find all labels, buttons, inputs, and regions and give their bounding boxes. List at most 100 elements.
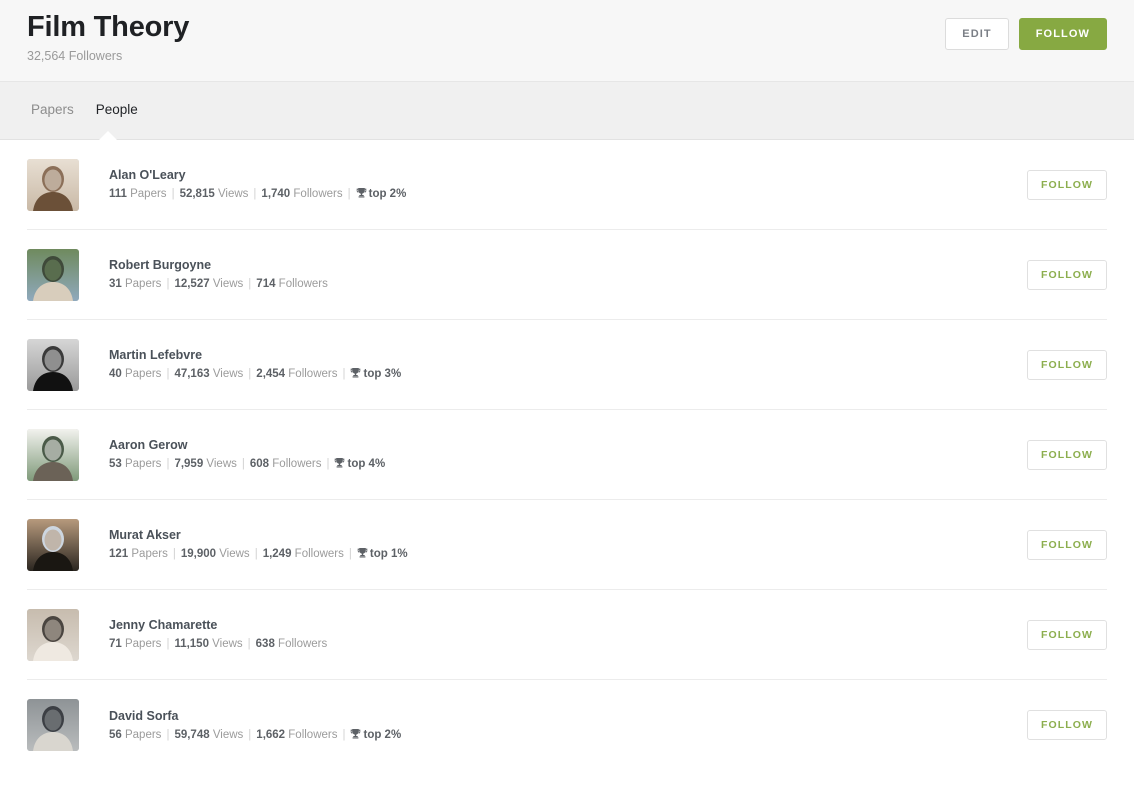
trophy-icon bbox=[350, 367, 361, 378]
person-row[interactable]: David Sorfa 56 Papers|59,748 Views|1,662 … bbox=[27, 680, 1107, 770]
person-stats: 53 Papers|7,959 Views|608 Followers|top … bbox=[109, 457, 1027, 472]
follow-person-button[interactable]: FOLLOW bbox=[1027, 710, 1107, 740]
avatar[interactable] bbox=[27, 249, 79, 301]
top-percent-badge: top 4% bbox=[347, 458, 385, 470]
person-stats: 71 Papers|11,150 Views|638 Followers bbox=[109, 637, 1027, 652]
stat-separator: | bbox=[161, 368, 174, 380]
views-count: 7,959 bbox=[174, 458, 203, 470]
person-info: Alan O'Leary 111 Papers|52,815 Views|1,74… bbox=[79, 167, 1027, 202]
person-info: Aaron Gerow 53 Papers|7,959 Views|608 Fol… bbox=[79, 437, 1027, 472]
trophy-icon bbox=[334, 457, 345, 468]
followers-count: 638 bbox=[256, 638, 275, 650]
avatar[interactable] bbox=[27, 699, 79, 751]
person-info: David Sorfa 56 Papers|59,748 Views|1,662 … bbox=[79, 708, 1027, 743]
avatar[interactable] bbox=[27, 429, 79, 481]
stat-separator: | bbox=[243, 729, 256, 741]
person-stats: 40 Papers|47,163 Views|2,454 Followers|t… bbox=[109, 367, 1027, 382]
header-actions: EDIT FOLLOW bbox=[945, 18, 1107, 50]
person-row[interactable]: Aaron Gerow 53 Papers|7,959 Views|608 Fol… bbox=[27, 410, 1107, 500]
avatar[interactable] bbox=[27, 339, 79, 391]
stat-separator: | bbox=[248, 188, 261, 200]
person-name[interactable]: David Sorfa bbox=[109, 708, 1027, 724]
person-stats: 31 Papers|12,527 Views|714 Followers bbox=[109, 277, 1027, 292]
stat-separator: | bbox=[161, 729, 174, 741]
top-percent-badge: top 3% bbox=[363, 368, 401, 380]
person-row[interactable]: Martin Lefebvre 40 Papers|47,163 Views|2,… bbox=[27, 320, 1107, 410]
follow-person-button[interactable]: FOLLOW bbox=[1027, 350, 1107, 380]
followers-count: 1,662 bbox=[256, 729, 285, 741]
active-tab-pointer-icon bbox=[99, 131, 117, 140]
person-row[interactable]: Murat Akser 121 Papers|19,900 Views|1,249… bbox=[27, 500, 1107, 590]
top-percent-badge: top 2% bbox=[369, 188, 407, 200]
stat-separator: | bbox=[168, 548, 181, 560]
follow-topic-button[interactable]: FOLLOW bbox=[1019, 18, 1107, 50]
person-name[interactable]: Murat Akser bbox=[109, 527, 1027, 543]
person-info: Robert Burgoyne 31 Papers|12,527 Views|71… bbox=[79, 257, 1027, 292]
stat-separator: | bbox=[243, 638, 256, 650]
stat-separator: | bbox=[167, 188, 180, 200]
papers-count: 121 bbox=[109, 548, 128, 560]
followers-count: 2,454 bbox=[256, 368, 285, 380]
stat-separator: | bbox=[243, 368, 256, 380]
people-list: Alan O'Leary 111 Papers|52,815 Views|1,74… bbox=[0, 140, 1134, 770]
papers-count: 111 bbox=[109, 188, 127, 200]
person-name[interactable]: Aaron Gerow bbox=[109, 437, 1027, 453]
views-count: 47,163 bbox=[174, 368, 209, 380]
tab-list: Papers People bbox=[27, 82, 1107, 139]
views-count: 12,527 bbox=[174, 278, 209, 290]
stat-separator: | bbox=[237, 458, 250, 470]
follow-person-button[interactable]: FOLLOW bbox=[1027, 170, 1107, 200]
stat-separator: | bbox=[343, 188, 356, 200]
person-row[interactable]: Alan O'Leary 111 Papers|52,815 Views|1,74… bbox=[27, 140, 1107, 230]
person-name[interactable]: Alan O'Leary bbox=[109, 167, 1027, 183]
papers-count: 31 bbox=[109, 278, 122, 290]
followers-count: 608 bbox=[250, 458, 269, 470]
views-count: 59,748 bbox=[174, 729, 209, 741]
stat-separator: | bbox=[321, 458, 334, 470]
papers-count: 56 bbox=[109, 729, 122, 741]
follow-person-button[interactable]: FOLLOW bbox=[1027, 620, 1107, 650]
followers-count: 1,740 bbox=[261, 188, 290, 200]
followers-count: 1,249 bbox=[263, 548, 292, 560]
papers-count: 40 bbox=[109, 368, 122, 380]
person-row[interactable]: Jenny Chamarette 71 Papers|11,150 Views|6… bbox=[27, 590, 1107, 680]
stat-separator: | bbox=[161, 278, 174, 290]
views-count: 52,815 bbox=[180, 188, 215, 200]
person-stats: 111 Papers|52,815 Views|1,740 Followers|… bbox=[109, 187, 1027, 202]
trophy-icon bbox=[350, 728, 361, 739]
avatar[interactable] bbox=[27, 609, 79, 661]
follow-person-button[interactable]: FOLLOW bbox=[1027, 440, 1107, 470]
person-row[interactable]: Robert Burgoyne 31 Papers|12,527 Views|71… bbox=[27, 230, 1107, 320]
avatar[interactable] bbox=[27, 159, 79, 211]
views-count: 19,900 bbox=[181, 548, 216, 560]
trophy-icon bbox=[356, 187, 367, 198]
tab-bar: Papers People bbox=[0, 82, 1134, 140]
page-header: Film Theory 32,564 Followers EDIT FOLLOW bbox=[0, 0, 1134, 82]
stat-separator: | bbox=[344, 548, 357, 560]
tab-papers[interactable]: Papers bbox=[31, 101, 74, 121]
person-info: Murat Akser 121 Papers|19,900 Views|1,249… bbox=[79, 527, 1027, 562]
tab-people[interactable]: People bbox=[96, 101, 138, 121]
stat-separator: | bbox=[337, 729, 350, 741]
stat-separator: | bbox=[337, 368, 350, 380]
views-count: 11,150 bbox=[174, 638, 209, 650]
person-stats: 56 Papers|59,748 Views|1,662 Followers|t… bbox=[109, 728, 1027, 743]
avatar[interactable] bbox=[27, 519, 79, 571]
edit-button[interactable]: EDIT bbox=[945, 18, 1008, 50]
person-info: Martin Lefebvre 40 Papers|47,163 Views|2,… bbox=[79, 347, 1027, 382]
person-name[interactable]: Robert Burgoyne bbox=[109, 257, 1027, 273]
person-name[interactable]: Martin Lefebvre bbox=[109, 347, 1027, 363]
stat-separator: | bbox=[161, 458, 174, 470]
stat-separator: | bbox=[161, 638, 174, 650]
person-name[interactable]: Jenny Chamarette bbox=[109, 617, 1027, 633]
follow-person-button[interactable]: FOLLOW bbox=[1027, 530, 1107, 560]
trophy-icon bbox=[357, 547, 368, 558]
top-percent-badge: top 2% bbox=[363, 729, 401, 741]
top-percent-badge: top 1% bbox=[370, 548, 408, 560]
person-info: Jenny Chamarette 71 Papers|11,150 Views|6… bbox=[79, 617, 1027, 652]
papers-count: 53 bbox=[109, 458, 122, 470]
stat-separator: | bbox=[250, 548, 263, 560]
stat-separator: | bbox=[243, 278, 256, 290]
person-stats: 121 Papers|19,900 Views|1,249 Followers|… bbox=[109, 547, 1027, 562]
follow-person-button[interactable]: FOLLOW bbox=[1027, 260, 1107, 290]
